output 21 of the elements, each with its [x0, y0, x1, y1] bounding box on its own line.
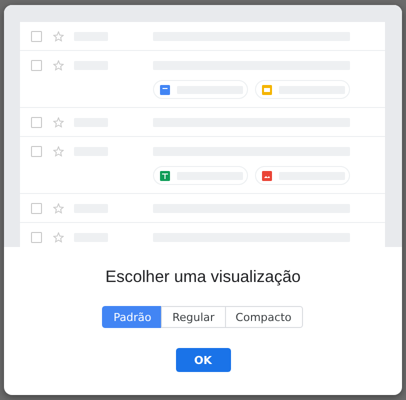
checkbox[interactable] [31, 31, 42, 42]
image-icon [262, 170, 272, 180]
star-icon[interactable] [53, 31, 64, 42]
ok-button[interactable]: OK [176, 348, 230, 372]
spreadsheet-icon [160, 170, 170, 180]
view-option[interactable]: Padrão [102, 306, 162, 328]
checkbox[interactable] [31, 60, 42, 71]
checkbox[interactable] [31, 232, 42, 243]
checkbox[interactable] [31, 117, 42, 128]
star-icon[interactable] [53, 60, 64, 71]
checkbox[interactable] [31, 203, 42, 214]
star-icon[interactable] [53, 146, 64, 157]
star-icon[interactable] [53, 117, 64, 128]
dialog-title: Escolher uma visualização [105, 268, 301, 287]
slides-icon [262, 84, 272, 94]
star-icon[interactable] [53, 232, 64, 243]
view-option[interactable]: Regular [161, 306, 226, 328]
document-icon [160, 84, 170, 94]
checkbox[interactable] [31, 146, 42, 157]
view-option[interactable]: Compacto [224, 306, 302, 328]
star-icon[interactable] [53, 203, 64, 214]
